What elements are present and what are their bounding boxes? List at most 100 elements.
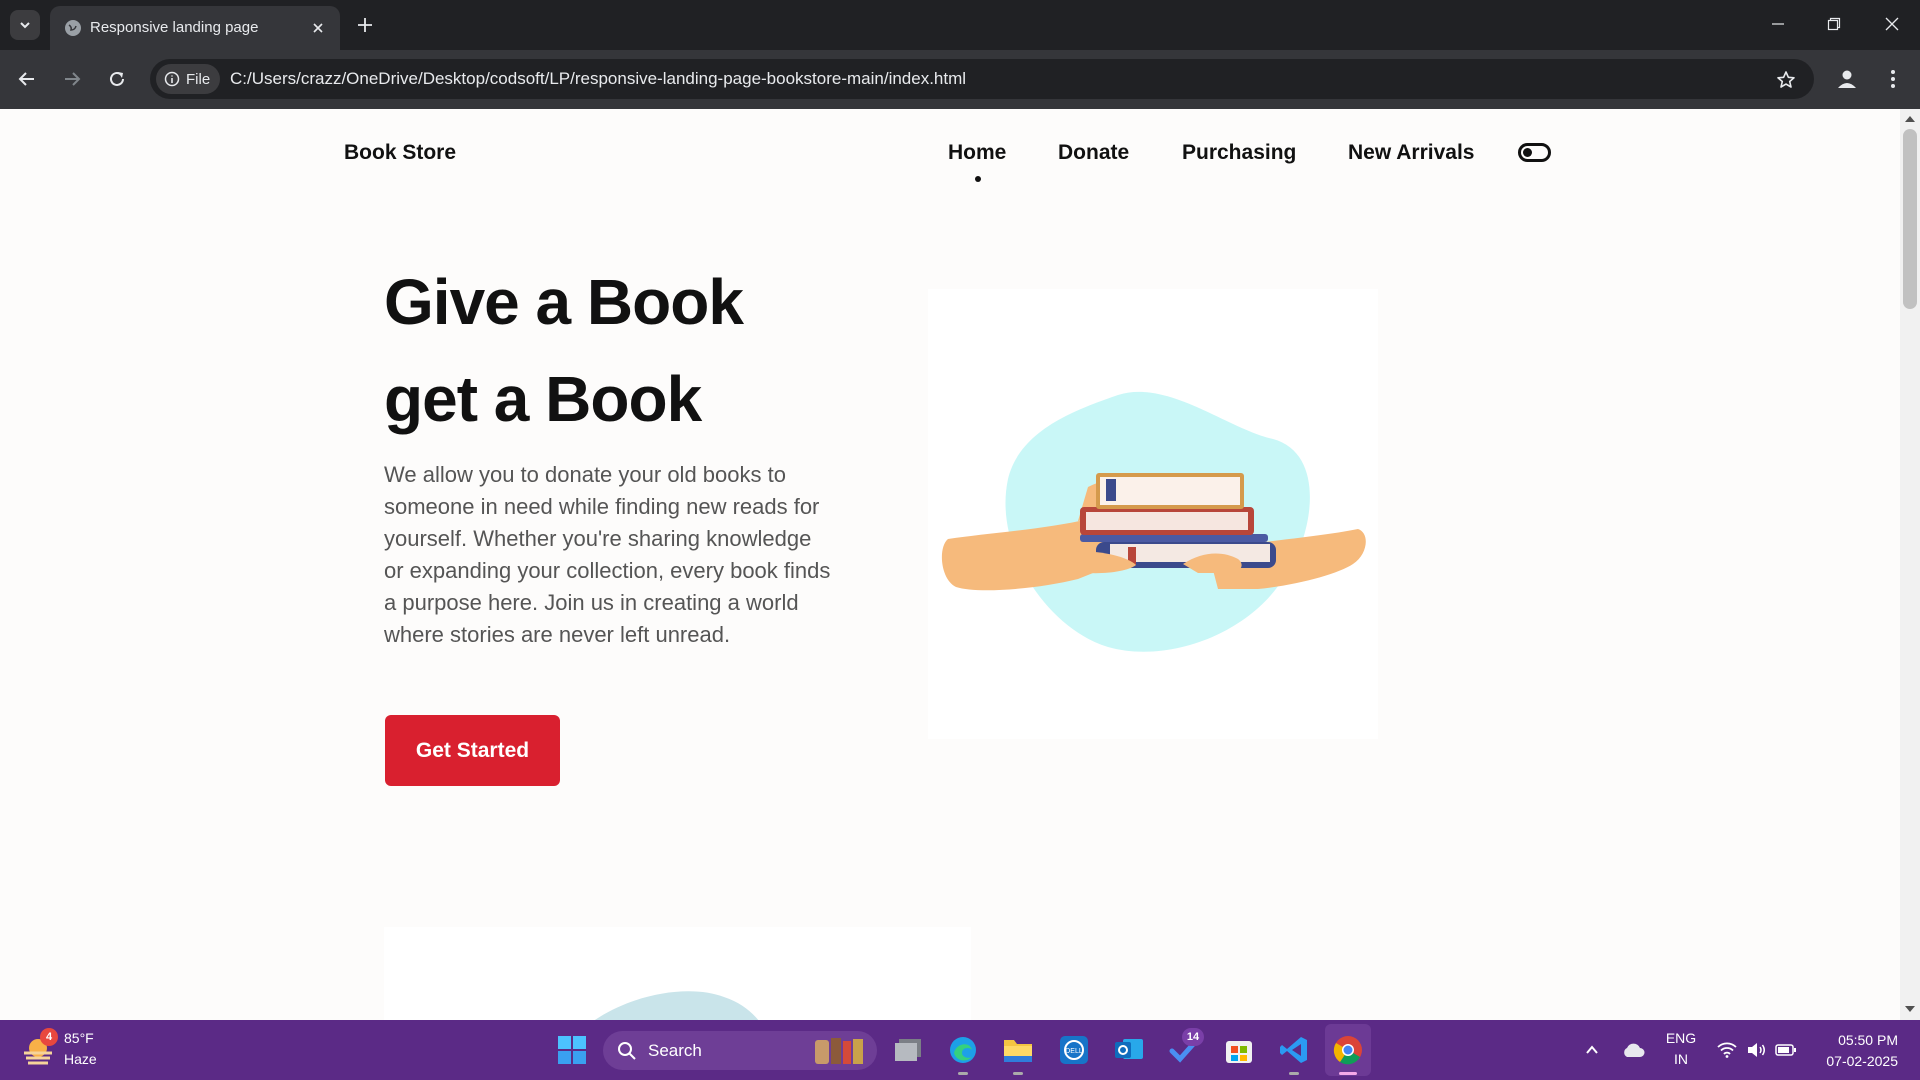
site-info-chip[interactable]: File: [156, 64, 221, 94]
forward-arrow-icon: [65, 72, 81, 86]
search-icon: [618, 1042, 636, 1060]
section-illustration: [595, 991, 759, 1020]
nav-new-arrivals[interactable]: New Arrivals: [1348, 141, 1474, 165]
bookmark-button[interactable]: [1774, 68, 1798, 92]
hero-description: We allow you to donate your old books to…: [384, 462, 831, 647]
folder-icon: [1004, 1040, 1032, 1062]
cloud-icon: [1624, 1043, 1645, 1057]
outlook-icon: [1115, 1039, 1143, 1059]
taskbar-chrome-active[interactable]: [1325, 1024, 1371, 1076]
kebab-menu-icon: [1891, 70, 1895, 88]
book-donation-illustration: [941, 391, 1366, 652]
weather-badge: 4: [40, 1028, 58, 1046]
reload-icon: [110, 71, 124, 86]
hero-title-line-2: get a Book: [384, 363, 702, 435]
system-clock[interactable]: 05:50 PM 07-02-2025: [1826, 1030, 1898, 1072]
chevron-down-icon: [20, 22, 30, 29]
wifi-button[interactable]: [1711, 1034, 1743, 1066]
tab-close-button[interactable]: [308, 18, 328, 38]
chrome-running-indicator: [1339, 1072, 1357, 1075]
active-tab[interactable]: Responsive landing page: [50, 6, 340, 50]
info-icon: [164, 71, 180, 87]
tray-overflow-button[interactable]: [1576, 1034, 1608, 1066]
scroll-thumb[interactable]: [1903, 129, 1917, 309]
taskbar-store[interactable]: [1223, 1034, 1255, 1066]
dell-icon: DELL: [1060, 1036, 1088, 1064]
window-close-button[interactable]: [1864, 0, 1920, 48]
theme-toggle[interactable]: [1518, 143, 1551, 162]
scroll-down-arrow[interactable]: [1905, 1006, 1915, 1012]
reload-button[interactable]: [102, 64, 132, 94]
speaker-icon: [1748, 1043, 1765, 1057]
start-button[interactable]: [556, 1034, 588, 1066]
restore-icon: [1827, 17, 1841, 31]
task-view-icon: [895, 1039, 921, 1061]
profile-button[interactable]: [1832, 64, 1862, 94]
notification-badge: 14: [1182, 1028, 1204, 1046]
tab-strip: Responsive landing page: [0, 0, 1920, 50]
explorer-running-indicator: [1013, 1072, 1023, 1075]
language-line-2[interactable]: IN: [1664, 1051, 1698, 1067]
close-icon: [313, 23, 323, 33]
url-text[interactable]: C:/Users/crazz/OneDrive/Desktop/codsoft/…: [230, 69, 966, 89]
nav-donate[interactable]: Donate: [1058, 141, 1129, 165]
minimize-button[interactable]: [1750, 0, 1806, 48]
tab-title: Responsive landing page: [90, 19, 259, 36]
battery-button[interactable]: [1770, 1034, 1802, 1066]
clock-date: 07-02-2025: [1826, 1053, 1898, 1069]
store-icon: [1226, 1041, 1252, 1063]
vscode-icon: [1280, 1037, 1307, 1063]
nav-purchasing[interactable]: Purchasing: [1182, 141, 1296, 165]
windows-logo-icon: [558, 1036, 586, 1064]
active-nav-indicator: [975, 176, 981, 182]
edge-icon: [950, 1037, 976, 1063]
second-section-card: [384, 927, 971, 1020]
vscode-running-indicator: [1289, 1072, 1299, 1075]
taskbar-file-explorer[interactable]: [1002, 1034, 1034, 1066]
plus-icon: [358, 18, 372, 32]
page-viewport: Book Store Home Donate Purchasing New Ar…: [0, 109, 1900, 1020]
onedrive-button[interactable]: [1617, 1034, 1649, 1066]
hero-illustration: [928, 289, 1378, 739]
globe-icon: [65, 20, 81, 36]
search-highlight-icon: [815, 1038, 863, 1064]
close-icon: [1885, 17, 1899, 31]
taskbar-dell[interactable]: DELL: [1058, 1034, 1090, 1066]
scroll-up-arrow[interactable]: [1905, 116, 1915, 122]
get-started-button[interactable]: Get Started: [385, 715, 560, 786]
site-logo[interactable]: Book Store: [344, 141, 456, 165]
wifi-icon: [1717, 1042, 1737, 1058]
star-icon: [1777, 71, 1795, 88]
battery-icon: [1775, 1044, 1796, 1056]
edge-running-indicator: [958, 1072, 968, 1075]
nav-home[interactable]: Home: [948, 141, 1006, 165]
weather-condition: Haze: [64, 1051, 97, 1067]
task-view-button[interactable]: [892, 1034, 924, 1066]
browser-menu-button[interactable]: [1878, 64, 1908, 94]
back-arrow-icon: [18, 72, 34, 86]
taskbar-search[interactable]: Search: [603, 1031, 877, 1070]
language-line-1[interactable]: ENG: [1664, 1030, 1698, 1046]
volume-button[interactable]: [1740, 1034, 1772, 1066]
chevron-up-icon: [1586, 1045, 1598, 1054]
hero-title-line-1: Give a Book: [384, 266, 744, 338]
site-info-label: File: [186, 70, 211, 88]
back-button[interactable]: [12, 64, 42, 94]
search-label: Search: [648, 1041, 702, 1060]
clock-time: 05:50 PM: [1838, 1032, 1898, 1048]
taskbar-vscode[interactable]: [1278, 1034, 1310, 1066]
profile-icon: [1838, 70, 1856, 88]
address-bar[interactable]: File C:/Users/crazz/OneDrive/Desktop/cod…: [150, 59, 1814, 99]
tab-search-button[interactable]: [10, 10, 40, 40]
minimize-icon: [1772, 23, 1784, 25]
new-tab-button[interactable]: [352, 12, 378, 38]
chrome-icon: [1333, 1036, 1362, 1065]
taskbar-outlook[interactable]: [1113, 1034, 1145, 1066]
hero-title: Give a Book get a Book: [384, 254, 744, 448]
restore-button[interactable]: [1806, 0, 1862, 48]
weather-temperature: 85°F: [64, 1030, 94, 1046]
taskbar-edge[interactable]: [947, 1034, 979, 1066]
forward-button[interactable]: [57, 64, 87, 94]
svg-text:DELL: DELL: [1065, 1048, 1083, 1055]
page-scrollbar[interactable]: [1900, 109, 1920, 1020]
